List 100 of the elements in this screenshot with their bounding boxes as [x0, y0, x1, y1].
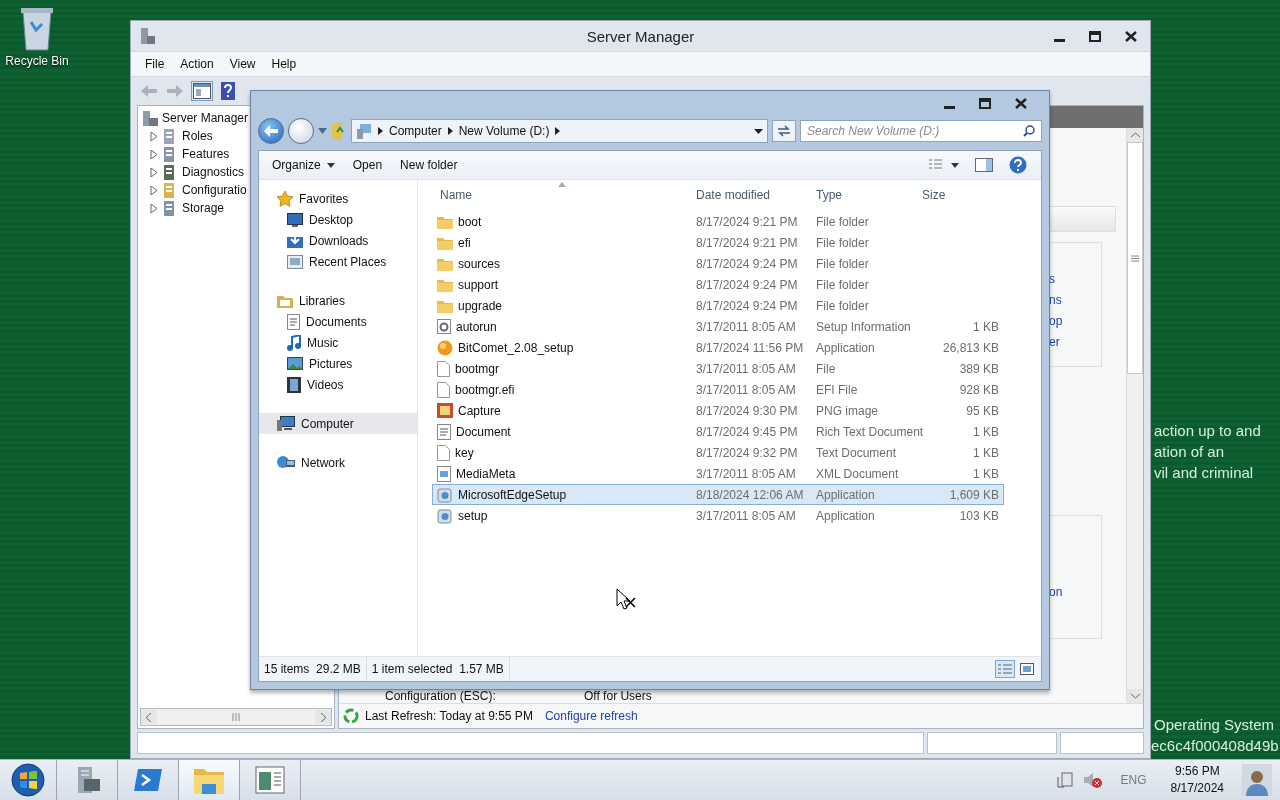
- file-row[interactable]: support 8/17/2024 9:24 PM File folder: [432, 274, 1004, 295]
- setting-value: Off for Users: [584, 689, 652, 703]
- scroll-down-button[interactable]: [1127, 689, 1143, 703]
- size-cell-text: 389 KB: [958, 361, 1000, 376]
- nav-item[interactable]: Libraries: [259, 290, 417, 311]
- file-row[interactable]: MediaMeta 3/17/2011 8:05 AM XML Document 1 KB: [432, 463, 1004, 484]
- file-name: autorun: [456, 319, 497, 334]
- menu-item[interactable]: Action: [174, 54, 220, 74]
- file-row[interactable]: bootmgr.efi 3/17/2011 8:05 AM EFI File 928 KB: [432, 379, 1004, 400]
- nav-item[interactable]: Documents: [259, 311, 417, 332]
- scroll-right-button[interactable]: [315, 710, 331, 724]
- file-row[interactable]: setup 3/17/2011 8:05 AM Application 103 KB: [432, 505, 1004, 526]
- size-cell-text: 928 KB: [958, 382, 1000, 397]
- file-row[interactable]: boot 8/17/2024 9:21 PM File folder: [432, 211, 1004, 232]
- nav-item[interactable]: Desktop: [259, 209, 417, 230]
- file-name: upgrade: [458, 298, 503, 313]
- task-link[interactable]: ns: [1049, 292, 1101, 308]
- task-link[interactable]: on: [1049, 584, 1101, 600]
- file-row[interactable]: efi 8/17/2024 9:21 PM File folder: [432, 232, 1004, 253]
- vertical-scrollbar[interactable]: [1126, 128, 1143, 703]
- user-avatar[interactable]: [1242, 764, 1272, 796]
- list-view-icon: [929, 159, 959, 171]
- network-tray-icon[interactable]: [1056, 772, 1073, 788]
- preview-pane-button[interactable]: [973, 156, 995, 174]
- large-icons-button[interactable]: [1017, 660, 1037, 678]
- scroll-left-button[interactable]: [141, 710, 157, 724]
- type-cell-text: File folder: [815, 214, 870, 229]
- nav-item[interactable]: Favorites: [259, 188, 417, 209]
- search-field[interactable]: Search New Volume (D:): [800, 120, 1042, 142]
- help-button[interactable]: [219, 80, 237, 102]
- recycle-bin-icon[interactable]: [19, 6, 55, 52]
- folder-icon: [437, 214, 453, 229]
- film-icon: [287, 376, 301, 393]
- close-icon: [1015, 97, 1027, 109]
- scroll-up-button[interactable]: [1127, 128, 1143, 142]
- tree-item[interactable]: Configuratio: [182, 183, 247, 197]
- breadcrumb-item[interactable]: New Volume (D:): [458, 124, 550, 138]
- music-note-icon: [287, 334, 301, 351]
- column-header[interactable]: Date modified: [682, 188, 802, 202]
- tree-item[interactable]: Roles: [182, 129, 213, 143]
- column-header[interactable]: Name: [422, 188, 682, 202]
- speaker-muted-icon[interactable]: [1082, 771, 1103, 789]
- chevron-down-icon: [1130, 693, 1140, 699]
- nav-item[interactable]: Computer: [259, 413, 417, 434]
- taskbar-button[interactable]: [178, 760, 239, 800]
- file-row[interactable]: MicrosoftEdgeSetup 8/18/2024 12:06 AM Application 1,609 KB: [432, 484, 1004, 505]
- file-row[interactable]: BitComet_2.08_setup 8/17/2024 11:56 PM Application 26,813 KB: [432, 337, 1004, 358]
- language-indicator[interactable]: ENG: [1120, 773, 1147, 787]
- nav-item[interactable]: Music: [259, 332, 417, 353]
- file-row[interactable]: bootmgr 3/17/2011 8:05 AM File 389 KB: [432, 358, 1004, 379]
- nav-item[interactable]: Videos: [259, 374, 417, 395]
- tree-item[interactable]: Server Manager: [162, 111, 249, 125]
- chevron-right-icon[interactable]: [447, 127, 453, 135]
- file-row[interactable]: upgrade 8/17/2024 9:24 PM File folder: [432, 295, 1004, 316]
- chevron-right-icon[interactable]: [378, 127, 383, 135]
- tree-item[interactable]: Diagnostics: [182, 165, 245, 179]
- nav-item[interactable]: Pictures: [259, 353, 417, 374]
- column-header[interactable]: Type: [802, 188, 922, 202]
- window-icon: [255, 766, 285, 794]
- chevron-right-icon[interactable]: [555, 127, 561, 135]
- console-tree-button[interactable]: [191, 81, 213, 101]
- breadcrumb-item[interactable]: Computer: [389, 124, 442, 138]
- search-icon[interactable]: [1023, 125, 1035, 137]
- toolbar-button[interactable]: Open: [345, 155, 390, 175]
- forward-button[interactable]: [288, 118, 314, 144]
- tree-item[interactable]: Features: [182, 147, 230, 161]
- help-button[interactable]: [1007, 156, 1029, 174]
- desktop-icon-label[interactable]: Recycle Bin: [5, 54, 69, 68]
- horizontal-scrollbar[interactable]: [140, 708, 332, 726]
- file-row[interactable]: Document 8/17/2024 9:45 PM Rich Text Document 1 KB: [432, 421, 1004, 442]
- column-header[interactable]: Size: [922, 188, 992, 202]
- file-row[interactable]: autorun 3/17/2011 8:05 AM Setup Information 1 KB: [432, 316, 1004, 337]
- folder-up-icon[interactable]: [331, 122, 347, 140]
- address-bar[interactable]: Computer New Volume (D:): [351, 119, 768, 143]
- toolbar-button[interactable]: Organize: [265, 155, 342, 175]
- refresh-button[interactable]: [772, 120, 796, 142]
- folder-icon: [437, 298, 453, 313]
- toolbar-button[interactable]: New folder: [393, 155, 465, 175]
- scroll-thumb[interactable]: [1127, 142, 1143, 374]
- configure-refresh-link[interactable]: Configure refresh: [544, 709, 638, 723]
- menu-item[interactable]: Help: [265, 54, 303, 74]
- back-button[interactable]: [258, 118, 284, 144]
- tree-item[interactable]: Storage: [182, 201, 225, 215]
- date-cell-text: 3/17/2011 8:05 AM: [695, 319, 797, 334]
- type-cell-text: File folder: [815, 298, 870, 313]
- clock[interactable]: 9:56 PM 8/17/2024: [1170, 763, 1224, 797]
- file-row[interactable]: key 8/17/2024 9:32 PM Text Document 1 KB: [432, 442, 1004, 463]
- maximize-icon: [979, 97, 991, 109]
- nav-item[interactable]: Recent Places: [259, 251, 417, 272]
- task-link[interactable]: op: [1049, 313, 1101, 329]
- task-link[interactable]: s: [1049, 271, 1101, 287]
- task-link[interactable]: er: [1049, 334, 1101, 350]
- nav-item[interactable]: Downloads: [259, 230, 417, 251]
- file-row[interactable]: sources 8/17/2024 9:24 PM File folder: [432, 253, 1004, 274]
- picture-icon: [287, 357, 303, 370]
- computer-icon: [277, 416, 295, 431]
- menu-item[interactable]: View: [223, 54, 262, 74]
- menu-item[interactable]: File: [139, 54, 171, 74]
- file-row[interactable]: Capture 8/17/2024 9:30 PM PNG image 95 KB: [432, 400, 1004, 421]
- nav-item[interactable]: Network: [259, 452, 417, 473]
